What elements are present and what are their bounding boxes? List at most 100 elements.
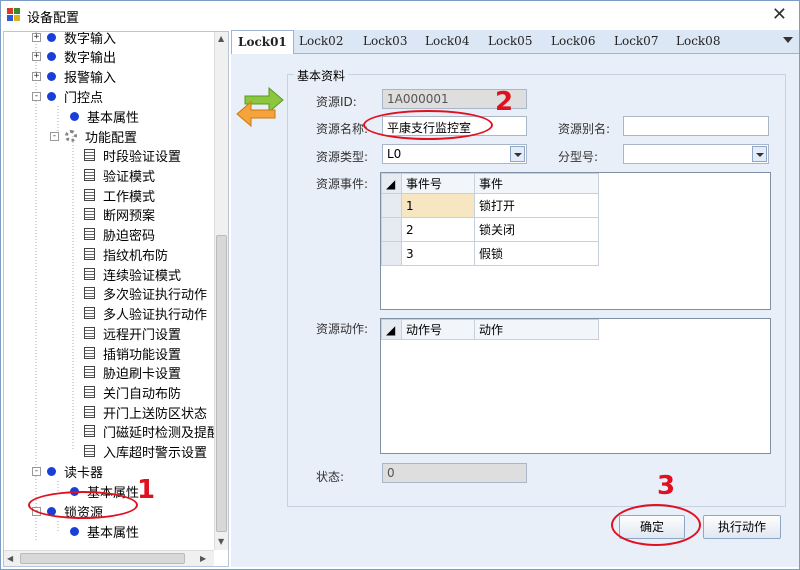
actions-grid[interactable]: ◢ 动作号 动作	[380, 318, 771, 454]
tree-node[interactable]: + 数字输入	[32, 32, 116, 47]
tree-node[interactable]: 多次验证执行动作	[84, 283, 207, 303]
event-name-cell[interactable]: 假锁	[474, 241, 599, 266]
chevron-down-icon[interactable]	[752, 146, 767, 162]
expand-icon[interactable]: +	[32, 51, 41, 61]
tree-node[interactable]: 门磁延时检测及提醒	[84, 421, 214, 441]
tree-horizontal-scrollbar[interactable]: ◀ ▶	[4, 550, 214, 566]
tree-node[interactable]: - 功能配置	[50, 126, 137, 146]
scroll-right-icon[interactable]: ▶	[200, 554, 206, 563]
resource-type-label: 资源类型:	[316, 150, 369, 164]
gear-icon	[65, 130, 77, 142]
table-row[interactable]: 3 假锁	[381, 241, 599, 266]
tree-node[interactable]: + 报警输入	[32, 66, 116, 86]
document-icon	[84, 149, 95, 161]
tree-node-label: 关门自动布防	[103, 386, 182, 402]
tree-node-label: 胁迫密码	[103, 228, 156, 244]
tree-node[interactable]: 胁迫密码	[84, 224, 155, 244]
event-number-cell[interactable]: 3	[401, 241, 475, 266]
scroll-down-icon[interactable]: ▼	[218, 537, 224, 546]
tree-node[interactable]: - 门控点	[32, 86, 103, 106]
resource-alias-field[interactable]	[623, 116, 769, 136]
tree-node[interactable]: 多人验证执行动作	[84, 303, 207, 323]
tab-lock-5[interactable]: Lock05	[488, 30, 532, 54]
expand-icon[interactable]: +	[32, 32, 41, 42]
tree-node[interactable]: 关门自动布防	[84, 382, 181, 402]
tree-node[interactable]: 插销功能设置	[84, 343, 181, 363]
actions-header-action[interactable]: 动作	[474, 319, 599, 340]
tree-node[interactable]: 工作模式	[84, 185, 155, 205]
document-icon	[84, 406, 95, 418]
event-number-cell[interactable]: 1	[401, 193, 475, 218]
tree-node[interactable]: 开门上送防区状态	[84, 402, 207, 422]
ok-button[interactable]: 确定	[619, 515, 685, 539]
document-icon	[84, 307, 95, 319]
tree-hscroll-thumb[interactable]	[20, 553, 185, 564]
tree-node[interactable]: - 读卡器	[32, 461, 103, 481]
tree-content: + 数字输入 + 数字输出 + 报警输入 - 门控点 基本属性 - 功能配置 时段验证设置 验证模式 工作…	[4, 32, 214, 550]
tree-node-label: 验证模式	[103, 169, 156, 185]
resource-type-value: L0	[387, 147, 402, 161]
tree-node[interactable]: 胁迫刷卡设置	[84, 362, 181, 382]
tab-lock-6[interactable]: Lock06	[551, 30, 595, 54]
tree-node-label: 门控点	[64, 90, 104, 106]
tab-lock-8[interactable]: Lock08	[676, 30, 720, 54]
tree-node[interactable]: 连续验证模式	[84, 264, 181, 284]
device-config-window: 设备配置 ✕ + 数字输入 + 数字输出 + 报警输入 - 门控点 基本属性 - 功能配置 时段验证设…	[0, 0, 800, 570]
annotation-number-1: 1	[137, 475, 156, 505]
document-icon	[84, 208, 95, 220]
document-icon	[84, 366, 95, 378]
node-dot-icon	[47, 51, 56, 61]
tree-scroll-thumb[interactable]	[216, 235, 227, 532]
tree-vertical-scrollbar[interactable]: ▲ ▼	[214, 32, 228, 550]
actions-header-number[interactable]: 动作号	[401, 319, 475, 340]
expand-icon[interactable]: +	[32, 71, 41, 81]
collapse-icon[interactable]: -	[32, 466, 41, 476]
tree-node-label: 时段验证设置	[103, 149, 182, 165]
execute-action-button[interactable]: 执行动作	[703, 515, 781, 539]
close-icon[interactable]: ✕	[772, 4, 787, 25]
tree-node[interactable]: 断网预案	[84, 204, 155, 224]
tree-node-label: 数字输出	[64, 50, 117, 66]
scroll-up-icon[interactable]: ▲	[218, 34, 224, 43]
collapse-icon[interactable]: -	[50, 131, 59, 141]
lock-panel: 基本资料 资源ID: 1A000001 资源名称: 平康支行监控室 资源别名: …	[231, 54, 799, 567]
tree-node[interactable]: 时段验证设置	[84, 145, 181, 165]
tree-node-label: 远程开门设置	[103, 327, 182, 343]
tab-lock-2[interactable]: Lock02	[299, 30, 343, 54]
tree-node[interactable]: 基本属性	[70, 481, 139, 501]
event-name-cell[interactable]: 锁关闭	[474, 217, 599, 242]
tab-lock-7[interactable]: Lock07	[614, 30, 658, 54]
tree-node[interactable]: 远程开门设置	[84, 323, 181, 343]
chevron-down-icon[interactable]	[510, 146, 525, 162]
collapse-icon[interactable]: -	[32, 91, 41, 101]
tree-node[interactable]: 指纹机布防	[84, 244, 168, 264]
event-name-cell[interactable]: 锁打开	[474, 193, 599, 218]
tree-node[interactable]: 验证模式	[84, 165, 155, 185]
resource-type-select[interactable]: L0	[382, 144, 527, 164]
table-row[interactable]: 1 锁打开	[381, 193, 599, 218]
table-row[interactable]: 2 锁关闭	[381, 217, 599, 242]
tree-node-label: 胁迫刷卡设置	[103, 366, 182, 382]
tree-node[interactable]: 基本属性	[70, 106, 139, 126]
tab-lock-4[interactable]: Lock04	[425, 30, 469, 54]
node-dot-icon	[70, 111, 79, 121]
tree-node[interactable]: 入库超时警示设置	[84, 441, 207, 461]
tree-node[interactable]: 基本属性	[70, 521, 139, 541]
tab-overflow-icon[interactable]	[783, 37, 793, 43]
group-title: 基本资料	[294, 67, 349, 84]
scroll-left-icon[interactable]: ◀	[7, 554, 13, 563]
document-icon	[84, 425, 95, 437]
events-header-event[interactable]: 事件	[474, 173, 599, 194]
resource-name-field[interactable]: 平康支行监控室	[382, 116, 527, 136]
tree-node[interactable]: - 锁资源	[32, 501, 103, 521]
event-number-cell[interactable]: 2	[401, 217, 475, 242]
events-header-number[interactable]: 事件号	[401, 173, 475, 194]
tab-lock-1[interactable]: Lock01	[231, 30, 294, 55]
events-grid[interactable]: ◢ 事件号 事件 1 锁打开 2 锁关闭 3 假锁	[380, 172, 771, 310]
document-icon	[84, 386, 95, 398]
tab-lock-3[interactable]: Lock03	[363, 30, 407, 54]
subtype-select[interactable]	[623, 144, 769, 164]
node-dot-icon	[47, 466, 56, 476]
tree-node[interactable]: + 数字输出	[32, 46, 116, 66]
collapse-icon[interactable]: -	[32, 506, 41, 516]
